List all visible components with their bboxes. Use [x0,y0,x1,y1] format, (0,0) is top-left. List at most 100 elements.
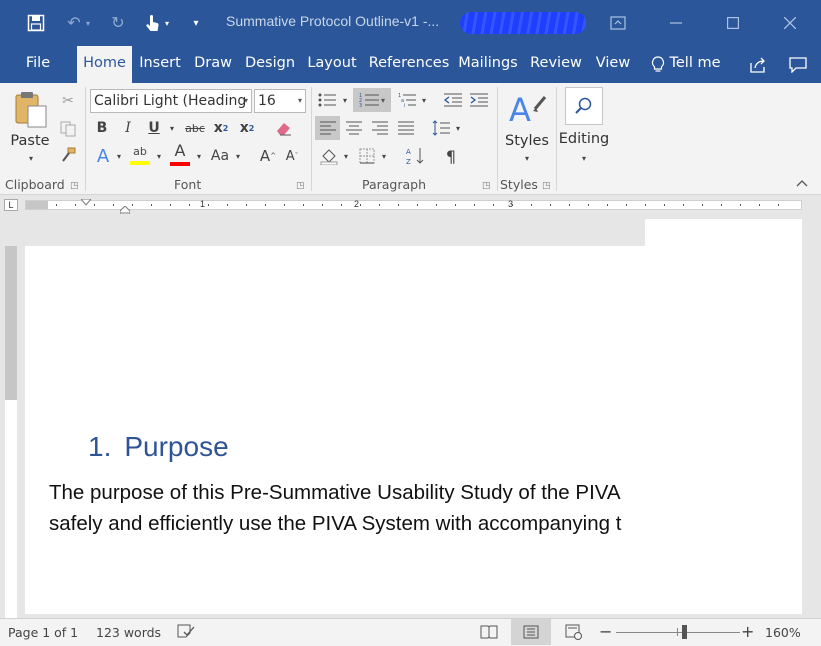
maximize-icon[interactable] [718,8,748,38]
vertical-ruler[interactable] [5,246,17,618]
text-effects-button[interactable]: A [92,145,114,167]
superscript-button[interactable]: x2 [236,117,258,139]
align-left-icon[interactable] [315,116,340,140]
font-size-dropdown-icon[interactable]: ▾ [298,90,302,112]
sort-icon[interactable]: AZ [404,144,428,168]
undo-dropdown-icon[interactable]: ▾ [82,11,94,35]
word-count[interactable]: 123 words [96,625,161,640]
read-mode-icon[interactable] [478,622,500,642]
tab-file[interactable]: File [14,46,62,83]
line-spacing-dropdown-icon[interactable]: ▾ [453,116,463,140]
tab-view[interactable]: View [592,46,634,83]
styles-dropdown-icon[interactable]: ▾ [520,153,534,163]
tab-design[interactable]: Design [242,46,298,83]
show-formatting-marks-button[interactable]: ¶ [440,144,462,168]
zoom-out-button[interactable]: − [599,622,612,641]
web-layout-icon[interactable] [563,622,585,642]
minimize-icon[interactable] [661,8,691,38]
strikethrough-button[interactable]: abc [182,117,208,139]
numbering-icon[interactable]: 1 2 3 ▾ [353,88,391,112]
tab-mailings[interactable]: Mailings [456,46,520,83]
tab-review[interactable]: Review [526,46,586,83]
zoom-slider-track[interactable] [616,632,740,633]
underline-dropdown-icon[interactable]: ▾ [166,117,178,139]
save-icon[interactable] [24,11,48,35]
line-spacing-icon[interactable] [430,116,452,140]
ruler-tick [56,204,57,206]
font-color-button[interactable]: A [168,143,192,167]
bold-button[interactable]: B [92,117,112,139]
zoom-slider-thumb[interactable] [682,625,687,639]
paragraph-launcher-icon[interactable]: ◳ [482,180,491,191]
format-painter-icon[interactable] [58,145,78,165]
font-launcher-icon[interactable]: ◳ [296,180,305,191]
decrease-indent-icon[interactable] [442,89,464,111]
page-count[interactable]: Page 1 of 1 [8,625,78,640]
editing-dropdown-icon[interactable]: ▾ [577,153,591,163]
paste-icon[interactable] [10,89,52,129]
underline-button[interactable]: U [144,117,164,139]
close-icon[interactable] [775,8,805,38]
change-case-dropdown-icon[interactable]: ▾ [233,145,243,167]
touch-mode-dropdown-icon[interactable]: ▾ [160,11,174,35]
align-center-icon[interactable] [342,116,366,140]
font-color-dropdown-icon[interactable]: ▾ [194,145,204,167]
zoom-in-button[interactable]: + [741,622,754,641]
print-layout-icon[interactable] [511,619,551,645]
clipboard-launcher-icon[interactable]: ◳ [70,180,79,191]
borders-dropdown-icon[interactable]: ▾ [379,144,389,168]
paste-dropdown-icon[interactable]: ▾ [24,153,38,163]
styles-icon[interactable]: A [506,87,548,131]
subscript-button[interactable]: x2 [210,117,232,139]
bullets-icon[interactable] [316,89,338,111]
font-name-dropdown-icon[interactable]: ▾ [244,90,248,112]
tab-layout[interactable]: Layout [304,46,360,83]
multilevel-list-icon[interactable]: 1ai [396,89,418,111]
change-case-button[interactable]: Aa [208,145,232,167]
search-icon[interactable] [565,87,603,125]
shading-dropdown-icon[interactable]: ▾ [341,144,351,168]
redo-icon[interactable]: ↻ [106,11,130,35]
text-effects-dropdown-icon[interactable]: ▾ [114,145,124,167]
justify-icon[interactable] [394,116,418,140]
grow-font-button[interactable]: A ^ [258,145,278,167]
styles-button[interactable]: Styles [504,133,550,149]
increase-indent-icon[interactable] [468,89,490,111]
first-line-indent-marker[interactable] [79,196,93,206]
document-page[interactable]: 1. Purpose The purpose of this Pre-Summat… [25,219,802,614]
horizontal-ruler[interactable]: 1 2 3 [25,199,802,210]
bullets-dropdown-icon[interactable]: ▾ [340,89,350,111]
collapse-ribbon-icon[interactable] [794,175,810,191]
customize-qat-icon[interactable]: ▾ [184,11,208,35]
highlight-dropdown-icon[interactable]: ▾ [154,145,164,167]
tab-selector-icon[interactable]: L [4,199,18,211]
italic-button[interactable]: I [118,117,138,139]
tab-references[interactable]: References [366,46,452,83]
highlight-button[interactable]: ab [128,143,152,167]
comments-icon[interactable] [785,52,811,78]
styles-launcher-icon[interactable]: ◳ [542,180,551,191]
align-right-icon[interactable] [368,116,392,140]
borders-icon[interactable] [356,144,378,168]
tab-home[interactable]: Home [77,46,132,83]
heading-1[interactable]: 1. Purpose [88,431,229,463]
font-name-box[interactable]: Calibri Light (Heading ▾ [90,89,252,113]
paste-button[interactable]: Paste [8,133,52,149]
clear-formatting-icon[interactable] [272,117,296,139]
editing-button[interactable]: Editing [558,131,610,147]
tell-me-search[interactable]: Tell me [667,46,723,83]
font-size-box[interactable]: 16 ▾ [254,89,306,113]
copy-icon[interactable] [58,119,78,139]
ruler-tick [455,204,456,206]
ribbon-display-options-icon[interactable] [603,8,633,38]
shading-icon[interactable] [318,144,340,168]
cut-icon[interactable]: ✂ [58,91,78,111]
share-icon[interactable] [745,52,771,78]
body-paragraph[interactable]: The purpose of this Pre-Summative Usabil… [49,477,621,539]
zoom-level[interactable]: 160% [765,625,801,640]
shrink-font-button[interactable]: Aˇ [282,145,302,167]
multilevel-list-dropdown-icon[interactable]: ▾ [419,89,429,111]
tab-draw[interactable]: Draw [190,46,236,83]
proofing-icon[interactable] [175,622,197,642]
tab-insert[interactable]: Insert [136,46,184,83]
